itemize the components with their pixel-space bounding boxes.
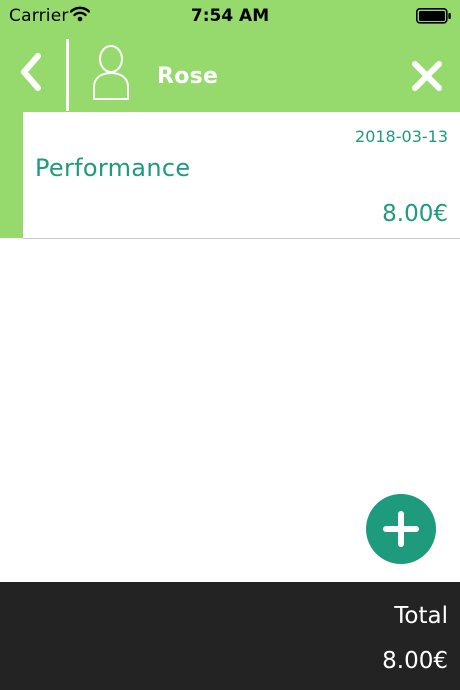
header-bar: Rose [0,32,460,112]
add-entry-button[interactable] [366,494,436,564]
total-label: Total [394,603,448,629]
close-button[interactable] [410,59,444,93]
back-button[interactable] [14,52,50,92]
plus-icon [383,511,419,547]
entry-divider [23,238,460,239]
contact-name: Rose [157,64,219,89]
accent-strip [0,112,23,238]
status-bar: Carrier 7:54 AM [0,0,460,32]
battery-icon [416,8,452,28]
close-icon [412,61,442,91]
list-item[interactable]: 2018-03-13 Performance 8.00€ [23,112,460,238]
total-amount: 8.00€ [382,648,448,674]
entry-amount: 8.00€ [382,201,448,227]
chevron-left-icon [21,53,41,91]
total-footer: Total 8.00€ [0,582,460,690]
person-icon [89,44,133,102]
entry-date: 2018-03-13 [355,127,448,146]
status-time: 7:54 AM [190,6,270,26]
entry-title: Performance [35,154,191,182]
header-divider [66,39,69,111]
